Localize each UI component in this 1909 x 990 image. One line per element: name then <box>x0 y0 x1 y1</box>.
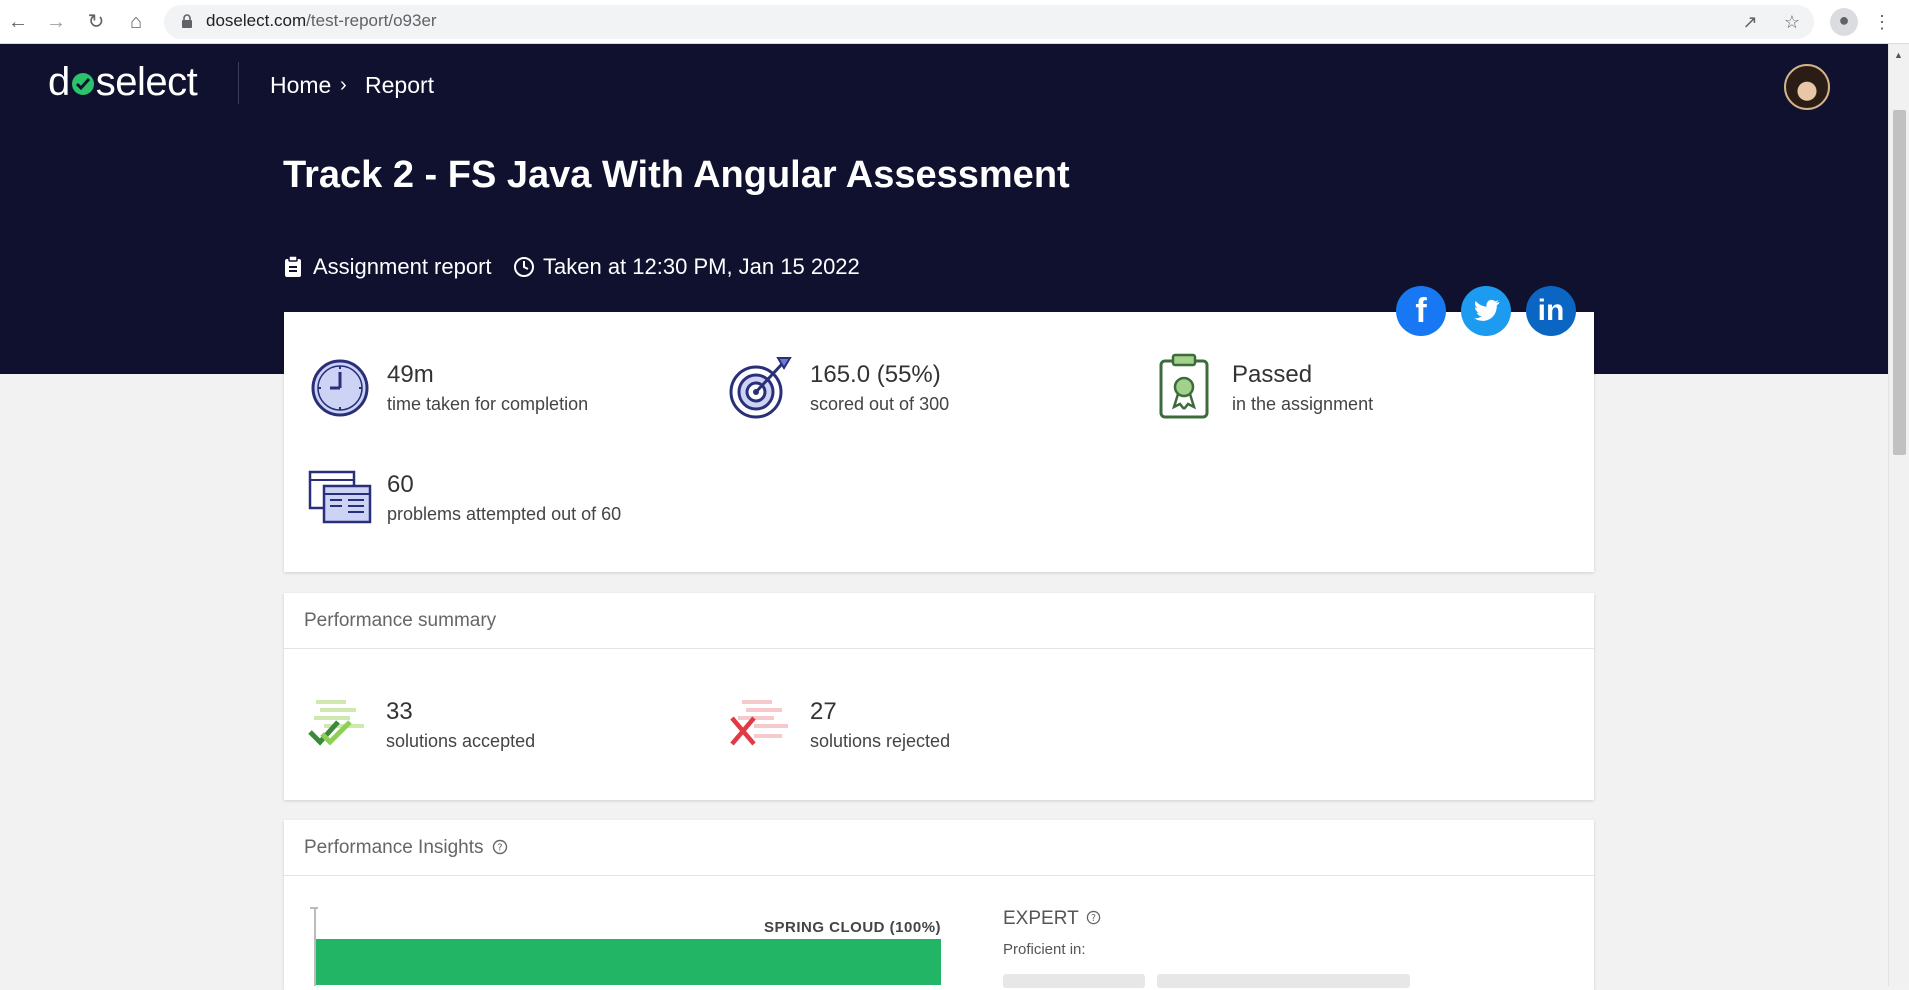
performance-insights-header: Performance Insights ? <box>284 820 1594 876</box>
header-divider <box>238 62 239 104</box>
score-value: 165.0 (55%) <box>810 361 941 388</box>
performance-summary-header: Performance summary <box>284 593 1594 649</box>
documents-icon <box>308 470 372 524</box>
url-domain: doselect.com <box>206 11 307 30</box>
stopwatch-icon <box>311 359 369 417</box>
accepted-value: 33 <box>386 698 413 725</box>
logo-right: select <box>95 60 198 104</box>
performance-summary-title: Performance summary <box>304 610 497 631</box>
scroll-up-icon[interactable]: ▲ <box>1894 50 1903 60</box>
rejected-label: solutions rejected <box>810 731 951 751</box>
clipboard-icon <box>285 256 301 277</box>
reload-icon[interactable]: ↻ <box>84 10 108 34</box>
skill-bar-spring-cloud[interactable] <box>316 939 941 985</box>
page-scrollbar[interactable]: ▲ <box>1888 44 1909 986</box>
performance-insights-title: Performance Insights ? <box>304 837 508 859</box>
linkedin-icon: in <box>1537 294 1565 327</box>
accepted-label: solutions accepted <box>386 731 536 751</box>
report-type: Assignment report <box>313 254 492 279</box>
clock-icon <box>514 257 534 277</box>
facebook-icon: f <box>1415 291 1427 330</box>
url-text[interactable]: doselect.com/test-report/o93er <box>206 11 437 31</box>
proficient-label: Proficient in: <box>1003 941 1086 958</box>
performance-summary-card: Performance summary <box>284 593 1594 800</box>
svg-text:?: ? <box>1091 913 1096 924</box>
twitter-share-button[interactable] <box>1461 286 1511 336</box>
logo-check-icon <box>70 60 96 104</box>
menu-icon[interactable]: ⋮ <box>1870 10 1894 34</box>
problems-label: problems attempted out of 60 <box>387 504 622 524</box>
back-icon[interactable]: ← <box>6 10 30 34</box>
avatar[interactable] <box>1784 64 1830 110</box>
result-label: in the assignment <box>1232 394 1374 414</box>
url-path: /test-report/o93er <box>306 11 437 30</box>
score-label: scored out of 300 <box>810 394 950 414</box>
profile-icon[interactable]: ● <box>1830 8 1858 36</box>
time-value: 49m <box>387 361 434 388</box>
double-check-icon <box>308 700 364 746</box>
scroll-thumb[interactable] <box>1893 110 1906 455</box>
share-icon[interactable]: ↗ <box>1738 10 1762 34</box>
breadcrumb-report: Report <box>365 72 435 98</box>
svg-text:?: ? <box>497 843 502 854</box>
target-icon <box>729 357 792 419</box>
insights-title-text: Performance Insights <box>304 837 484 858</box>
level-text: EXPERT <box>1003 908 1079 929</box>
chevron-right-icon: › <box>340 74 347 96</box>
star-icon[interactable]: ☆ <box>1780 10 1804 34</box>
result-value: Passed <box>1232 361 1313 388</box>
browser-toolbar: ← → ↻ ⌂ doselect.com/test-report/o93er ↗… <box>0 0 1909 44</box>
lock-icon <box>182 14 192 28</box>
skill-bar-label: SPRING CLOUD (100%) <box>764 919 942 936</box>
stats-card <box>284 312 1594 572</box>
page-title: Track 2 - FS Java With Angular Assessmen… <box>283 154 1070 196</box>
certificate-icon <box>1159 353 1209 419</box>
twitter-icon <box>1474 299 1500 321</box>
doselect-logo[interactable]: d select <box>48 60 198 105</box>
forward-icon[interactable]: → <box>44 10 68 34</box>
problems-value: 60 <box>387 471 414 498</box>
help-icon[interactable]: ? <box>492 839 508 855</box>
help-icon[interactable]: ? <box>1086 910 1101 925</box>
rejected-value: 27 <box>810 698 837 725</box>
cross-icon <box>730 700 788 746</box>
linkedin-share-button[interactable]: in <box>1526 286 1576 336</box>
facebook-share-button[interactable]: f <box>1396 286 1446 336</box>
level-heading: EXPERT ? <box>1003 908 1101 930</box>
time-label: time taken for completion <box>387 394 589 414</box>
breadcrumb-home[interactable]: Home <box>270 72 331 99</box>
taken-at: Taken at 12:30 PM, Jan 15 2022 <box>543 254 860 279</box>
home-icon[interactable]: ⌂ <box>124 10 148 34</box>
logo-left: d <box>48 60 70 104</box>
